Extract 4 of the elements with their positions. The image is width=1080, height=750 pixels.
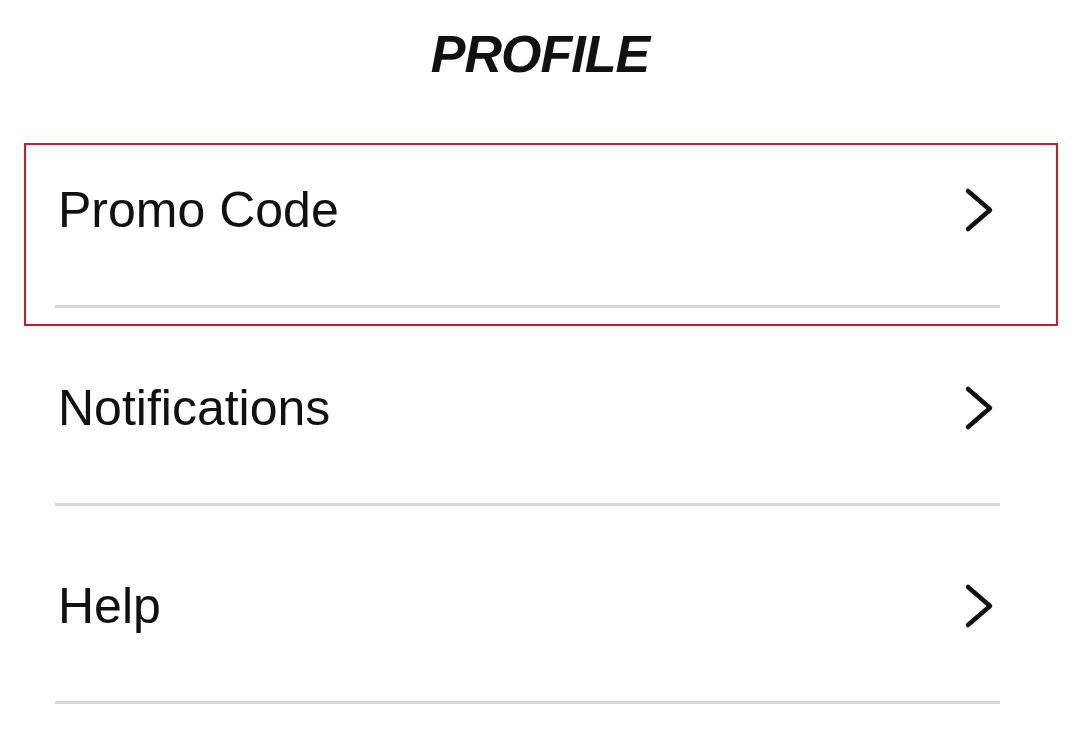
menu-item[interactable]: Notifications [24,341,1058,524]
menu-item[interactable]: Promo Code [24,143,1058,326]
menu-item[interactable]: Help [24,539,1058,722]
page-title: PROFILE [430,24,650,85]
